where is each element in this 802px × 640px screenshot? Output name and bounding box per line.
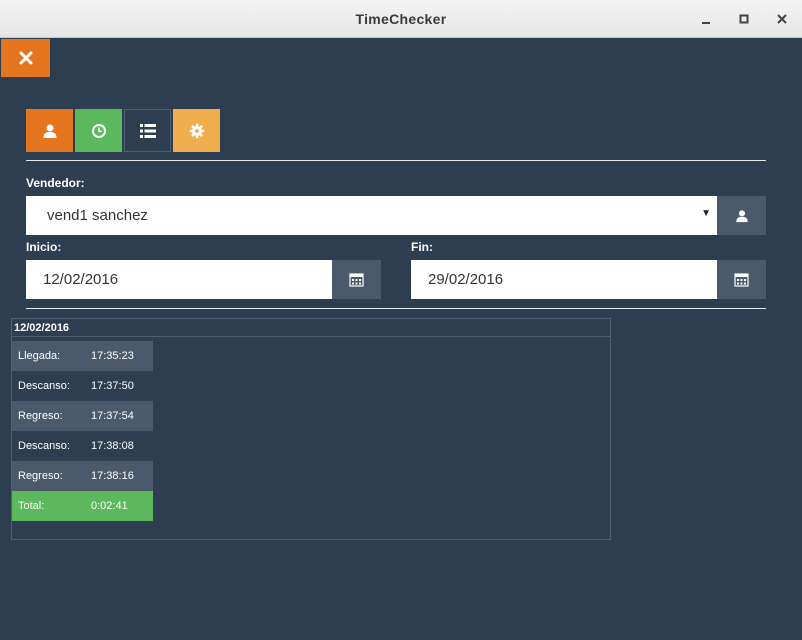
inicio-calendar-button[interactable] (332, 260, 381, 299)
vendedor-user-button[interactable] (717, 196, 766, 235)
report-panel: 12/02/2016 Llegada: 17:35:23 Descanso: 1… (11, 318, 611, 540)
row-label: Regreso: (18, 470, 63, 482)
row-label: Total: (18, 500, 45, 512)
inicio-date-field[interactable]: 12/02/2016 (26, 260, 332, 299)
row-time: 17:37:50 (91, 380, 134, 392)
row-time: 17:38:08 (91, 440, 134, 452)
clock-icon (91, 123, 106, 138)
title-bar: TimeChecker (0, 0, 802, 38)
table-row: Descanso: 17:38:08 (12, 431, 153, 461)
settings-button[interactable] (173, 109, 220, 152)
close-icon (19, 51, 32, 65)
vendedor-select[interactable]: vend1 sanchez ▼ (26, 196, 717, 235)
caret-down-icon: ▼ (701, 208, 711, 219)
row-time: 17:37:54 (91, 410, 134, 422)
vendedor-value: vend1 sanchez (47, 207, 148, 224)
inicio-value: 12/02/2016 (43, 271, 119, 288)
maximize-button[interactable] (734, 9, 754, 29)
minimize-icon (702, 22, 710, 24)
fin-label: Fin: (411, 240, 433, 254)
table-row: Llegada: 17:35:23 (12, 341, 153, 371)
vendedor-label: Vendedor: (26, 176, 85, 190)
minimize-button[interactable] (696, 9, 716, 29)
user-button[interactable] (26, 109, 73, 152)
calendar-icon (349, 273, 364, 287)
row-label: Descanso: (18, 380, 70, 392)
row-label: Descanso: (18, 440, 70, 452)
row-time: 17:35:23 (91, 350, 134, 362)
gear-icon (189, 123, 204, 138)
divider (26, 308, 766, 309)
table-row: Regreso: 17:38:16 (12, 461, 153, 491)
report-rows: Llegada: 17:35:23 Descanso: 17:37:50 Reg… (12, 341, 153, 521)
user-icon (735, 209, 748, 222)
fin-date-field[interactable]: 29/02/2016 (411, 260, 717, 299)
close-icon (777, 14, 787, 24)
row-label: Regreso: (18, 410, 63, 422)
row-label: Llegada: (18, 350, 61, 362)
close-panel-button[interactable] (1, 39, 50, 77)
fin-calendar-button[interactable] (717, 260, 766, 299)
report-date: 12/02/2016 (12, 319, 610, 337)
window-close-button[interactable] (772, 9, 792, 29)
maximize-icon (739, 14, 749, 24)
app-window: TimeChecker Vendedor: vend1 sanchez ▼ In… (0, 0, 802, 640)
total-row: Total: 0:02:41 (12, 491, 153, 521)
table-row: Regreso: 17:37:54 (12, 401, 153, 431)
calendar-icon (734, 273, 749, 287)
window-title: TimeChecker (355, 11, 447, 27)
inicio-label: Inicio: (26, 240, 62, 254)
row-time: 17:38:16 (91, 470, 134, 482)
table-row: Descanso: 17:37:50 (12, 371, 153, 401)
list-icon (139, 123, 156, 138)
fin-value: 29/02/2016 (428, 271, 504, 288)
divider (26, 160, 766, 161)
list-button[interactable] (124, 109, 171, 152)
user-icon (43, 124, 56, 138)
row-time: 0:02:41 (91, 500, 128, 512)
clock-button[interactable] (75, 109, 122, 152)
